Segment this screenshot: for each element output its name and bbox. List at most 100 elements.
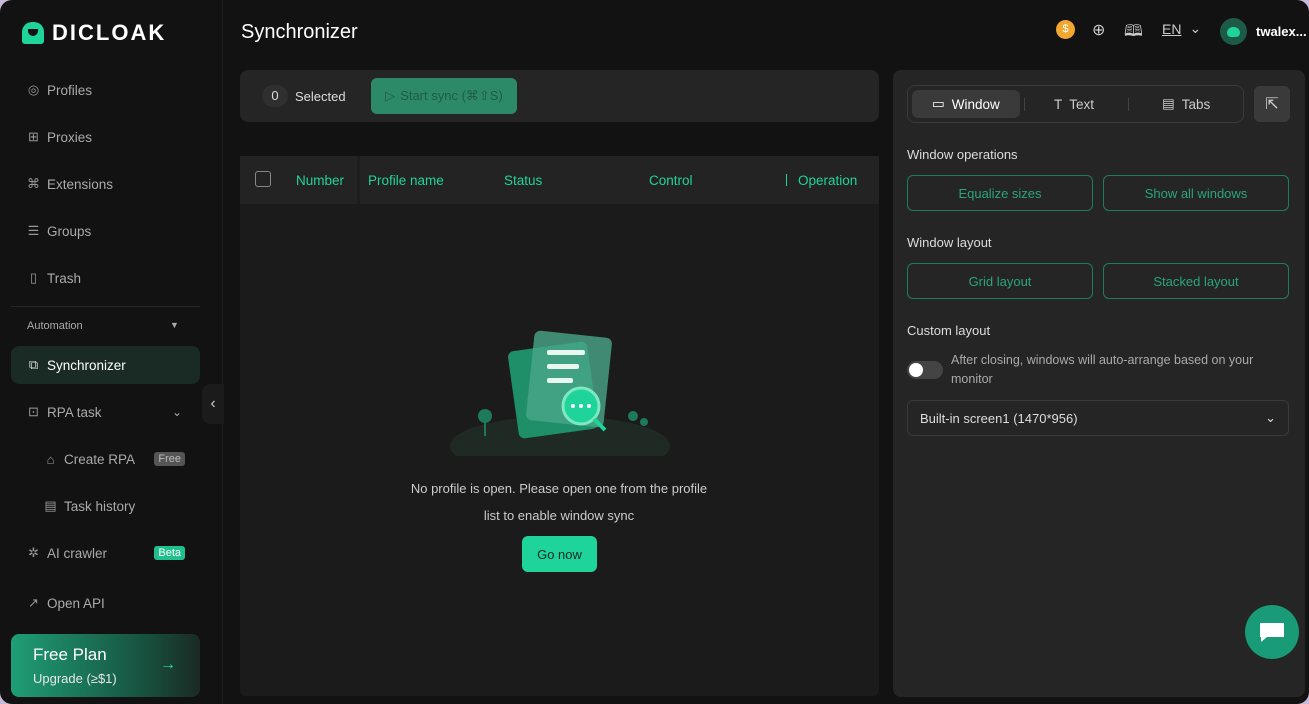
selected-count: 0: [262, 85, 288, 107]
label: AI crawler: [47, 545, 108, 561]
sidebar-item-open-api[interactable]: ↗ Open API: [11, 581, 200, 611]
empty-line-2: list to enable window sync: [483, 508, 635, 523]
language-label: EN: [1162, 20, 1182, 37]
sidebar-item-task-history[interactable]: ▤ Task history: [11, 487, 200, 525]
brand-name: DICLOAK: [52, 20, 167, 45]
column-profile-name[interactable]: Profile name: [368, 173, 444, 188]
monitor-icon: ▭: [932, 96, 945, 111]
window-layout-label: Window layout: [907, 235, 992, 250]
play-icon: ▷: [385, 88, 396, 103]
coin-icon[interactable]: $: [1056, 20, 1075, 39]
page-title: Synchronizer: [241, 21, 358, 43]
sidebar-item-rpa-task[interactable]: ⊡ RPA task ⌄: [11, 393, 200, 431]
command-icon: ⌘: [27, 176, 40, 191]
app-window: DICLOAK ◎ Profiles ⊞ Proxies ⌘ Extensions ☰…: [0, 0, 1309, 704]
bug-icon: ✲: [28, 545, 39, 560]
sidebar-item-groups[interactable]: ☰ Groups: [11, 212, 200, 250]
groups-icon: ☰: [27, 223, 40, 238]
tab-label: Text: [1069, 96, 1095, 112]
toggle-text-1: After closing, windows will auto-arrange…: [951, 353, 1254, 367]
upload-icon[interactable]: ⊕: [1092, 20, 1105, 40]
column-status[interactable]: Status: [504, 173, 542, 188]
label: Open API: [47, 596, 105, 611]
column-control[interactable]: Control: [649, 173, 693, 188]
window-operations-label: Window operations: [907, 147, 1018, 162]
logo-icon: [22, 22, 44, 44]
show-all-windows-button[interactable]: Show all windows: [1103, 175, 1289, 211]
upgrade-plan-card[interactable]: Free Plan Upgrade (≥$1) →: [11, 634, 200, 697]
section-automation[interactable]: Automation ▼: [27, 320, 179, 332]
free-badge: Free: [154, 452, 185, 466]
sidebar-item-synchronizer[interactable]: ⧉ Synchronizer: [11, 346, 200, 384]
tab-window[interactable]: ▭ Window: [912, 90, 1020, 118]
user-menu[interactable]: twalex...: [1220, 18, 1307, 45]
start-sync-label: Start sync (⌘⇧S): [400, 88, 503, 103]
column-number[interactable]: Number: [296, 173, 344, 188]
divider: [11, 306, 200, 307]
tab-label: Window: [951, 96, 1000, 112]
sidebar-item-profiles[interactable]: ◎ Profiles: [11, 71, 200, 109]
book-icon[interactable]: 🕮: [1124, 20, 1143, 47]
label: RPA task: [47, 404, 102, 420]
label: Proxies: [47, 129, 93, 145]
select-all-checkbox[interactable]: [255, 171, 271, 187]
popout-button[interactable]: ⇱: [1254, 86, 1290, 122]
chevron-down-icon: ⌄: [1189, 20, 1202, 36]
chevron-down-icon: ⌄: [171, 405, 182, 419]
text-icon: T: [1054, 96, 1063, 112]
logo: DICLOAK: [22, 20, 166, 46]
label: Synchronizer: [47, 357, 126, 373]
tab-label: Tabs: [1181, 96, 1211, 112]
label: Task history: [64, 498, 136, 514]
tab-text[interactable]: T Text: [1034, 90, 1114, 118]
chrome-icon: ◎: [27, 82, 40, 97]
username: twalex...: [1256, 24, 1307, 39]
start-sync-button[interactable]: ▷ Start sync (⌘⇧S): [371, 78, 517, 114]
go-now-button[interactable]: Go now: [522, 536, 597, 572]
screen-select-value: Built-in screen1 (1470*956): [920, 410, 1078, 426]
avatar: [1220, 18, 1247, 45]
plan-subtitle: Upgrade (≥$1): [33, 671, 117, 686]
grid-layout-button[interactable]: Grid layout: [907, 263, 1093, 299]
mode-tabs: ▭ Window T Text ▤ Tabs: [907, 85, 1244, 123]
collapse-sidebar-button[interactable]: ‹: [202, 384, 224, 424]
toggle-text-2: monitor: [951, 372, 993, 386]
arrow-right-icon: →: [160, 656, 176, 673]
column-operation[interactable]: Operation: [798, 173, 857, 188]
chat-support-button[interactable]: [1245, 605, 1299, 659]
equalize-sizes-button[interactable]: Equalize sizes: [907, 175, 1093, 211]
plan-title: Free Plan: [33, 645, 107, 664]
sync-settings-panel: ▭ Window T Text ▤ Tabs ⇱ Window operations …: [893, 70, 1305, 697]
document-icon: ▤: [1162, 96, 1175, 111]
empty-state-illustration: [450, 330, 670, 456]
profiles-table: Number Profile name Status Control Opera…: [240, 156, 879, 696]
robot-icon: ⊡: [28, 404, 39, 419]
screen-select[interactable]: Built-in screen1 (1470*956) ⌄: [907, 400, 1289, 436]
store-icon: ⌂: [46, 451, 55, 467]
sync-toolbar: 0 Selected ▷ Start sync (⌘⇧S): [240, 70, 879, 122]
label: Trash: [47, 270, 82, 286]
sidebar-item-trash[interactable]: ▯ Trash: [11, 259, 200, 297]
label: Extensions: [47, 176, 114, 192]
sync-icon: ⧉: [28, 357, 39, 372]
sidebar-item-ai-crawler[interactable]: ✲ AI crawler Beta: [11, 534, 200, 572]
chevron-left-icon: ‹: [210, 395, 216, 412]
sidebar-item-proxies[interactable]: ⊞ Proxies: [11, 118, 200, 156]
chevron-down-icon: ⌄: [1265, 410, 1276, 425]
empty-message: No profile is open. Please open one from…: [240, 475, 878, 529]
toggle-description: After closing, windows will auto-arrange…: [951, 351, 1253, 389]
custom-layout-toggle[interactable]: [907, 361, 943, 379]
sidebar-item-create-rpa[interactable]: ⌂ Create RPA Free: [11, 440, 200, 478]
tab-tabs[interactable]: ▤ Tabs: [1142, 90, 1230, 118]
language-select[interactable]: EN ⌄: [1162, 20, 1201, 37]
chat-icon: [1260, 623, 1284, 642]
api-icon: ↗: [28, 595, 39, 610]
label: Groups: [47, 223, 92, 239]
stacked-layout-button[interactable]: Stacked layout: [1103, 263, 1289, 299]
sidebar: DICLOAK ◎ Profiles ⊞ Proxies ⌘ Extensions ☰…: [0, 0, 223, 704]
label: Profiles: [47, 82, 93, 98]
trash-icon: ▯: [29, 270, 38, 285]
table-header: Number Profile name Status Control Opera…: [240, 156, 879, 204]
sidebar-item-extensions[interactable]: ⌘ Extensions: [11, 165, 200, 203]
document-icon: ▤: [44, 498, 57, 513]
